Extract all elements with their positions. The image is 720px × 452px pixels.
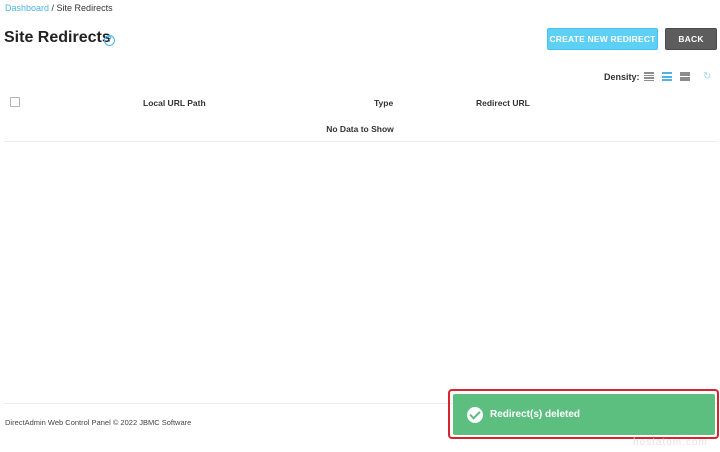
- back-button[interactable]: Back: [665, 28, 717, 50]
- column-header-redirect-url[interactable]: Redirect URL: [476, 98, 530, 108]
- density-comfortable-icon[interactable]: [680, 72, 690, 81]
- table-divider: [4, 141, 717, 142]
- create-new-redirect-button[interactable]: Create New Redirect: [547, 28, 658, 50]
- breadcrumb-current: Site Redirects: [56, 3, 113, 13]
- footer-copyright: DirectAdmin Web Control Panel © 2022 JBM…: [5, 418, 192, 427]
- breadcrumb-dashboard-link[interactable]: Dashboard: [5, 3, 49, 13]
- density-normal-icon[interactable]: [662, 72, 672, 81]
- page-title: Site Redirects: [4, 29, 111, 46]
- help-icon[interactable]: ?: [104, 35, 115, 46]
- success-toast[interactable]: Redirect(s) deleted: [453, 394, 715, 435]
- check-circle-icon: [467, 406, 483, 423]
- table-header: [0, 92, 720, 114]
- refresh-icon[interactable]: ↻: [703, 71, 711, 82]
- column-header-type[interactable]: Type: [374, 98, 393, 108]
- select-all-checkbox[interactable]: [10, 97, 20, 107]
- breadcrumb-separator: /: [49, 3, 57, 13]
- density-label: Density:: [604, 72, 640, 82]
- column-header-local-url-path[interactable]: Local URL Path: [143, 98, 206, 108]
- breadcrumb: Dashboard / Site Redirects: [5, 3, 113, 13]
- empty-table-message: No Data to Show: [326, 124, 394, 134]
- toast-message: Redirect(s) deleted: [490, 409, 581, 420]
- watermark: hostatom.com: [633, 437, 708, 448]
- density-compact-icon[interactable]: [644, 72, 654, 81]
